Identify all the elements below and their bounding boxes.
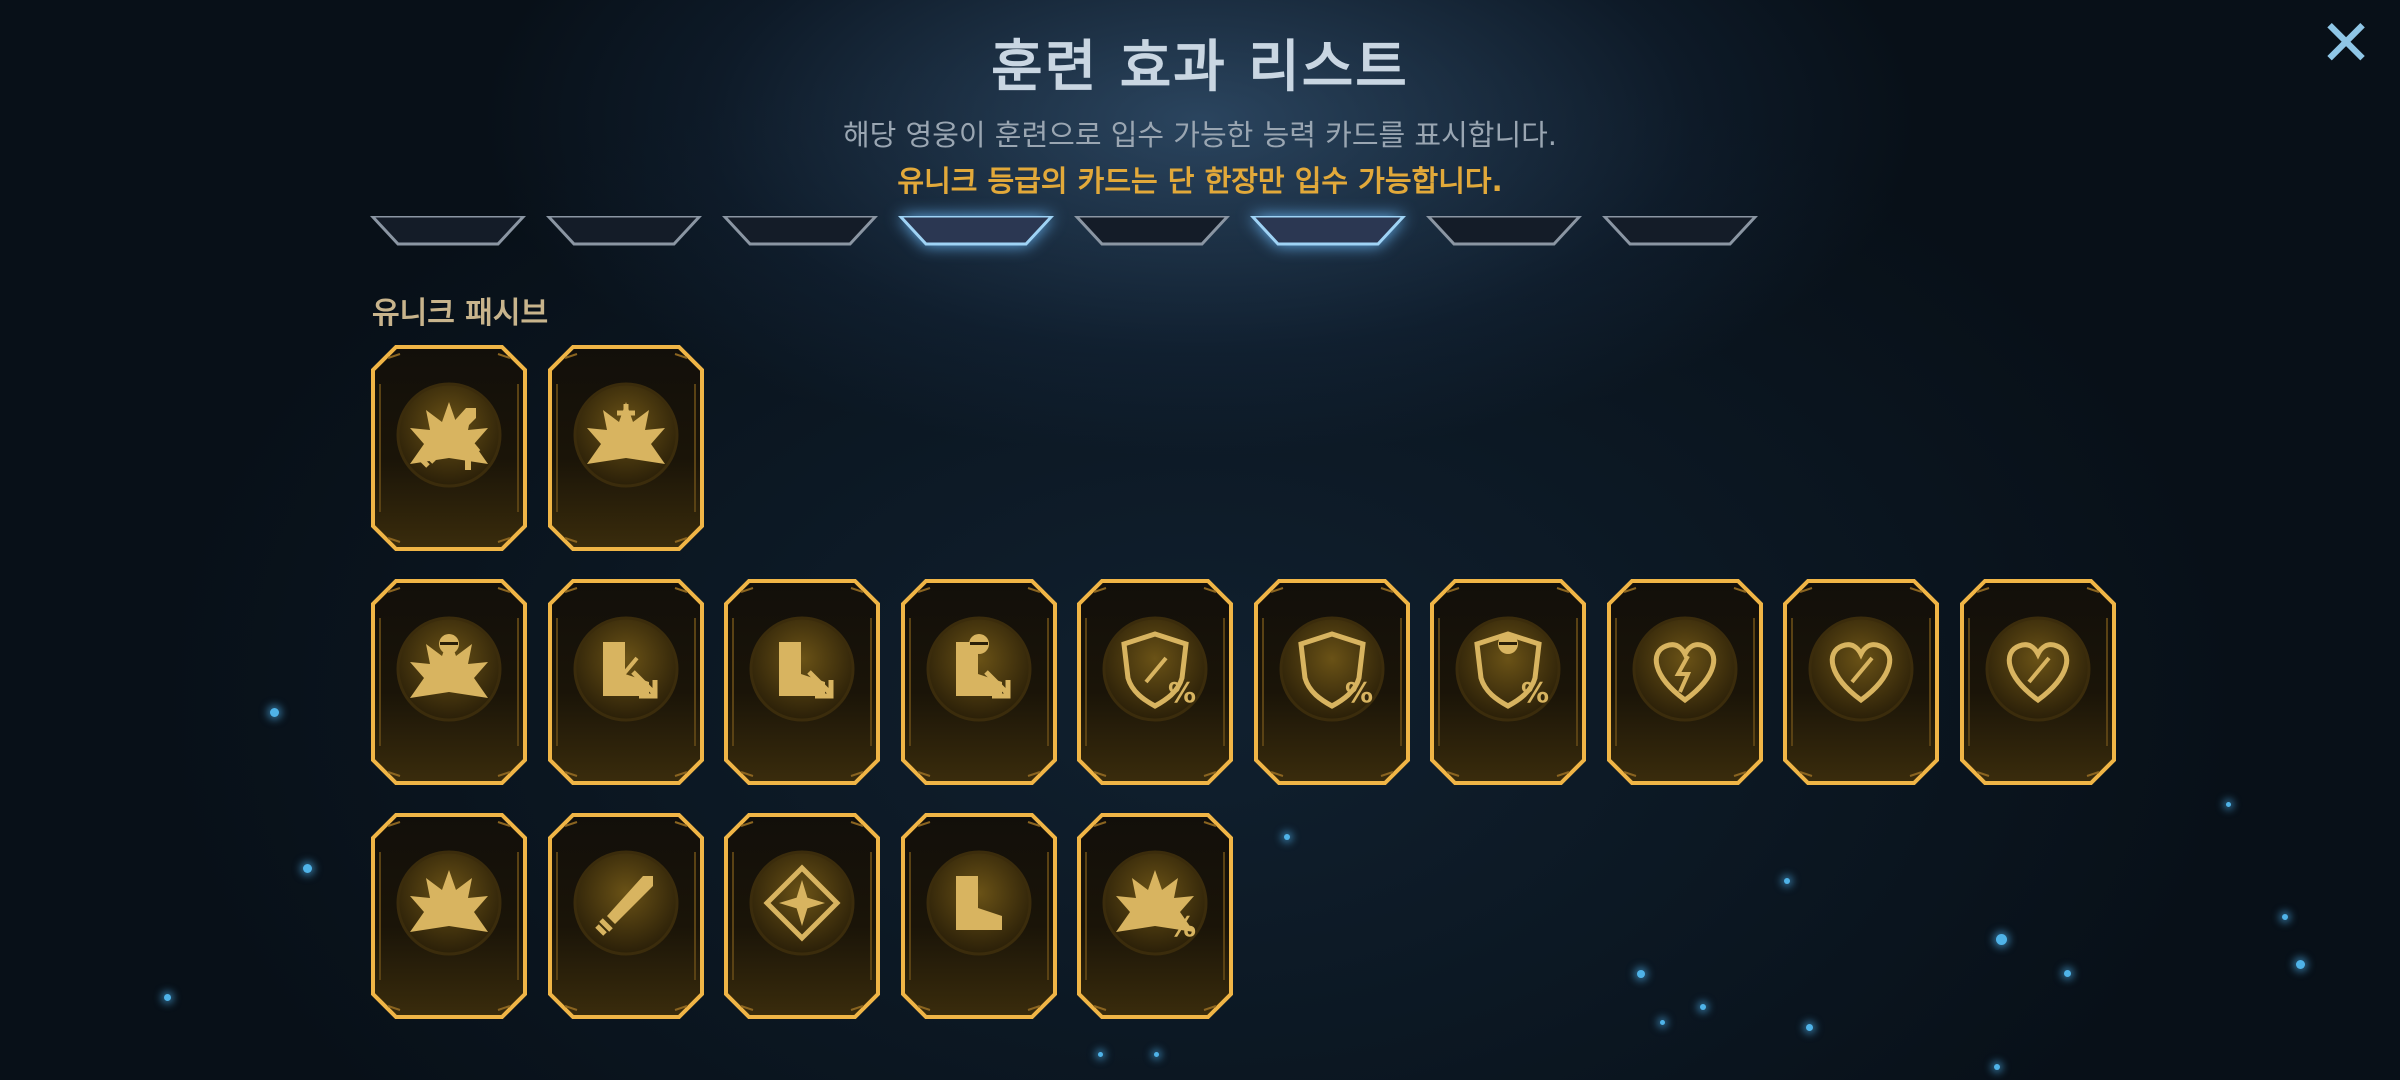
ability-card[interactable]: [723, 812, 881, 1020]
unique-notice: 유니크 등급의 카드는 단 한장만 입수 가능합니다.: [897, 164, 1503, 198]
ability-card[interactable]: [547, 812, 705, 1020]
ability-card[interactable]: [900, 578, 1058, 786]
page-title: 훈련 효과 리스트: [991, 35, 1409, 100]
particle: [270, 708, 279, 717]
ability-card[interactable]: [370, 812, 528, 1020]
heart-shield-sword-icon: [1808, 616, 1914, 722]
ability-card[interactable]: %: [1076, 812, 1234, 1020]
crosshair-diamond-icon: [749, 850, 855, 956]
section-label-unique-passive: 유니크 패시브: [372, 296, 549, 331]
particle: [2226, 802, 2231, 807]
particle: [1806, 1024, 1813, 1031]
shield-heart-percent-icon: %: [1279, 616, 1385, 722]
particle: [1996, 934, 2007, 945]
card-partial[interactable]: [370, 216, 526, 246]
sword-icon: [573, 850, 679, 956]
particle: [303, 864, 312, 873]
ability-card[interactable]: [1959, 578, 2117, 786]
particle: [2064, 970, 2071, 977]
close-x-icon: ✕: [2319, 7, 2373, 81]
ability-card[interactable]: %: [1253, 578, 1411, 786]
heart-shield-bolt-icon: [1632, 616, 1738, 722]
ability-card[interactable]: [900, 812, 1058, 1020]
boot-sword-down-icon: [573, 616, 679, 722]
ability-card[interactable]: [723, 578, 881, 786]
ability-card[interactable]: %: [1429, 578, 1587, 786]
particle: [1784, 878, 1790, 884]
unique-passive-card[interactable]: [547, 344, 705, 552]
page-subtitle: 해당 영웅이 훈련으로 입수 가능한 능력 카드를 표시합니다.: [842, 118, 1558, 152]
particle: [1154, 1052, 1159, 1057]
svg-text:%: %: [1345, 676, 1373, 709]
unique-passive-card[interactable]: [370, 344, 528, 552]
ability-card[interactable]: [1606, 578, 1764, 786]
shield-sword-percent-icon: %: [1102, 616, 1208, 722]
particle: [1660, 1020, 1665, 1025]
card-partial[interactable]: [1250, 216, 1406, 246]
boot-heart-down-icon: [749, 616, 855, 722]
heart-plus-explosion-icon: [573, 382, 679, 488]
particle: [164, 994, 171, 1001]
card-partial[interactable]: [1426, 216, 1582, 246]
power-explosion-icon: [396, 616, 502, 722]
card-partial[interactable]: [898, 216, 1054, 246]
card-partial[interactable]: [546, 216, 702, 246]
explosion-burst-icon: [396, 850, 502, 956]
particle: [1284, 834, 1290, 840]
boot-power-down-icon: [926, 616, 1032, 722]
close-button[interactable]: ✕: [2316, 7, 2376, 81]
previous-card-row: [370, 216, 1770, 248]
card-partial[interactable]: [722, 216, 878, 246]
svg-text:%: %: [1168, 676, 1196, 709]
particle: [2282, 914, 2288, 920]
svg-text:%: %: [1168, 910, 1196, 943]
ability-card[interactable]: %: [1076, 578, 1234, 786]
particle: [1700, 1004, 1706, 1010]
explosion-percent-icon: %: [1102, 850, 1208, 956]
boot-speed-icon: [926, 850, 1032, 956]
particle: [1098, 1052, 1103, 1057]
ability-card[interactable]: [370, 578, 528, 786]
heart-shield-sword-alt-icon: [1985, 616, 2091, 722]
ability-card[interactable]: [1782, 578, 1940, 786]
card-partial[interactable]: [1602, 216, 1758, 246]
ability-card[interactable]: [547, 578, 705, 786]
particle: [1637, 970, 1645, 978]
svg-text:%: %: [1521, 676, 1549, 709]
shield-power-percent-icon: %: [1455, 616, 1561, 722]
card-partial[interactable]: [1074, 216, 1230, 246]
particle: [2296, 960, 2305, 969]
particle: [1994, 1064, 2000, 1070]
explosion-sword-up-icon: [396, 382, 502, 488]
